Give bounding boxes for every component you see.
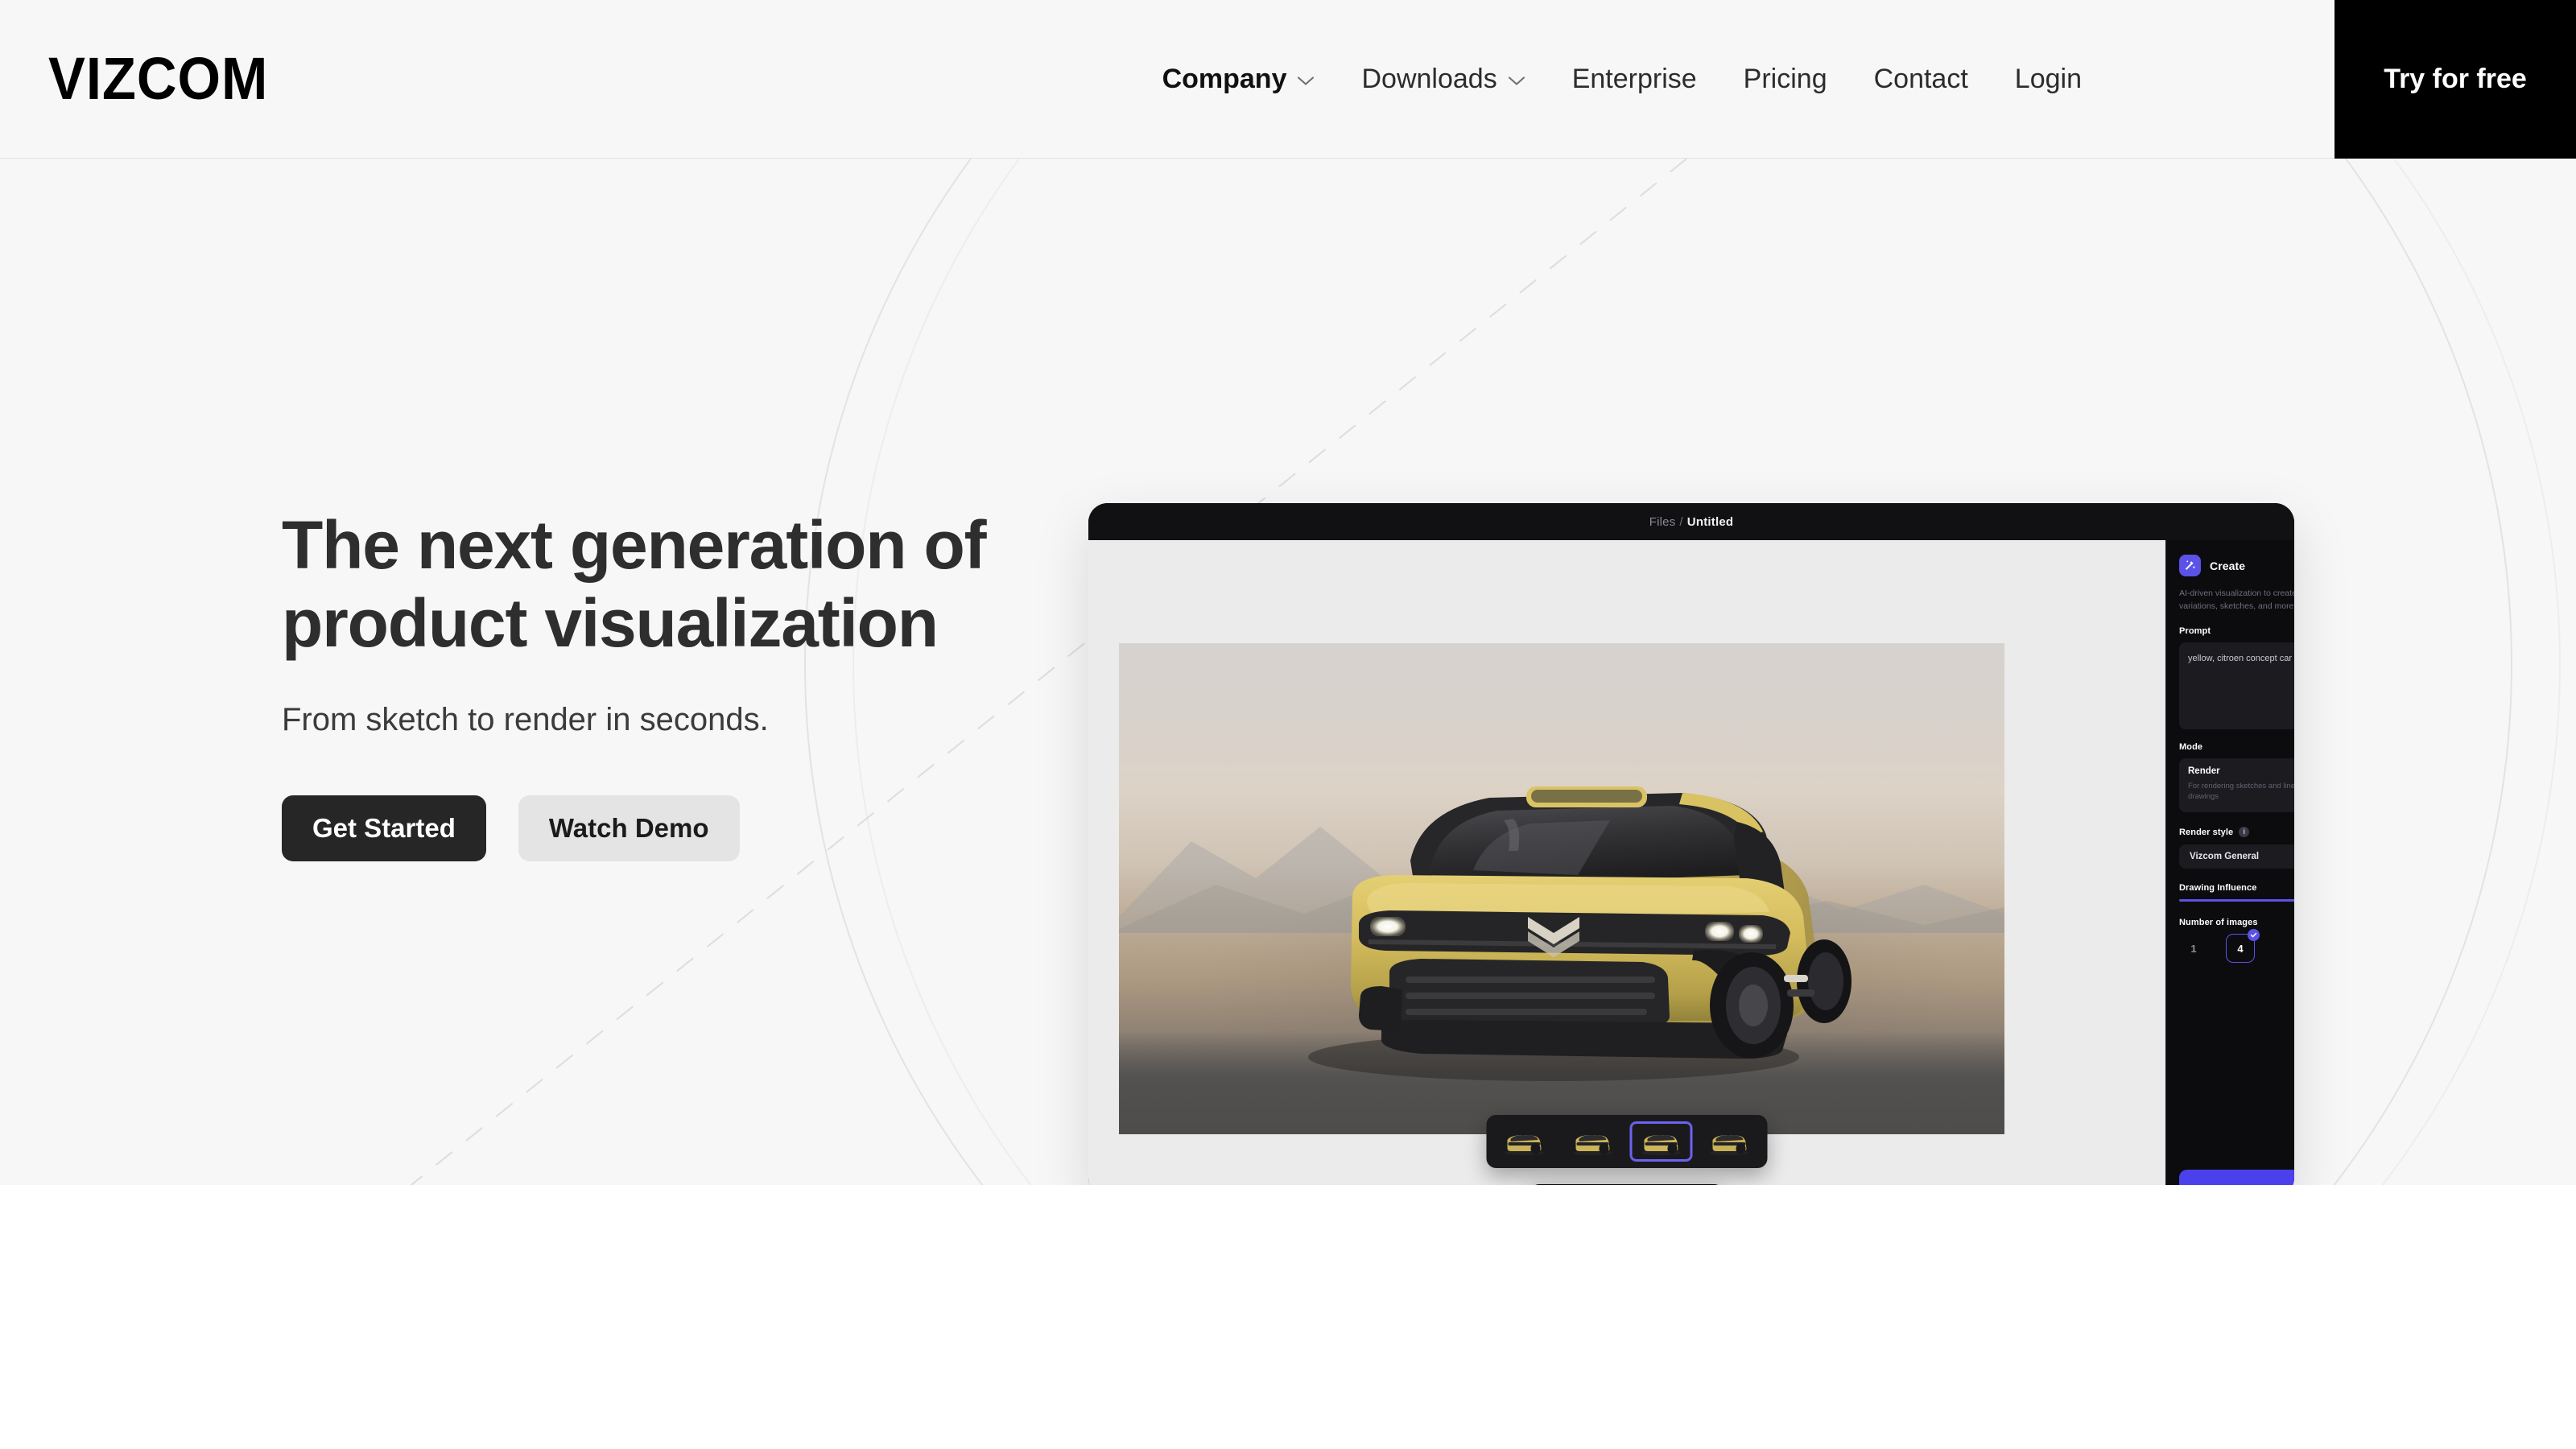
render-image [1119, 643, 2004, 1134]
hero-subheadline: From sketch to render in seconds. [282, 701, 769, 737]
generate-button[interactable] [2179, 1170, 2294, 1185]
breadcrumb: Files / Untitled [1649, 515, 1733, 529]
check-icon [2248, 929, 2260, 942]
mode-option-name: Render [2188, 766, 2220, 776]
watch-demo-button[interactable]: Watch Demo [518, 795, 740, 861]
number-of-images-label: Number of images [2179, 918, 2258, 928]
render-style-select[interactable]: Vizcom General [2179, 844, 2294, 869]
render-style-value: Vizcom General [2190, 852, 2260, 862]
mode-option-render[interactable]: Render For rendering sketches and line d… [2179, 758, 2294, 813]
drawing-influence-slider[interactable] [2179, 899, 2294, 902]
number-option-1[interactable]: 1 [2179, 934, 2208, 963]
try-for-free-button[interactable]: Try for free [2334, 0, 2576, 159]
app-body: Cancel Confirm [1088, 540, 2294, 1185]
thumbnail-1[interactable] [1494, 1122, 1555, 1161]
prompt-value: yellow, citroen concept car [2188, 653, 2293, 663]
below-fold-section [0, 1185, 2576, 1449]
number-option-4[interactable]: 4 [2226, 929, 2260, 964]
nav-item-downloads[interactable]: Downloads [1338, 65, 1548, 93]
variation-thumbnails [1486, 1115, 1768, 1168]
create-panel: Create AI-driven visualization to create… [2165, 540, 2294, 1185]
magic-wand-icon [2179, 555, 2201, 576]
create-panel-title: Create [2210, 559, 2246, 572]
nav-item-enterprise-label: Enterprise [1571, 64, 1697, 94]
app-canvas[interactable]: Cancel Confirm [1088, 540, 2165, 1185]
page-title: The next generation of product visualiza… [282, 506, 1135, 663]
chevron-down-icon [1297, 76, 1315, 86]
render-style-label: Render style [2179, 827, 2234, 837]
nav-item-login[interactable]: Login [1992, 65, 2105, 93]
prompt-label: Prompt [2179, 625, 2211, 636]
concept-car-illustration [1232, 709, 1892, 1088]
create-panel-description: AI-driven visualization to create variat… [2179, 588, 2294, 611]
hero-section: The next generation of product visualiza… [0, 159, 2576, 1185]
number-of-images-options: 1 4 [2179, 929, 2294, 964]
thumbnail-3[interactable] [1630, 1122, 1692, 1161]
nav-item-company[interactable]: Company [1139, 65, 1339, 93]
nav-item-downloads-label: Downloads [1361, 64, 1497, 94]
headline-line-2: product visualization [282, 585, 939, 662]
nav-item-contact[interactable]: Contact [1851, 65, 1992, 93]
breadcrumb-current: Untitled [1686, 514, 1734, 529]
number-option-4-label: 4 [2237, 942, 2244, 955]
headline-line-1: The next generation of [282, 507, 987, 583]
drawing-influence-label: Drawing Influence [2179, 883, 2257, 894]
mode-label: Mode [2179, 741, 2203, 752]
landing-page: VIZCOM Company Downloads Enterprise Pric… [0, 0, 2576, 1449]
render-style-label-row: Render style i [2179, 827, 2294, 838]
chevron-down-icon [1508, 76, 1525, 86]
mode-card-top: Render [2188, 766, 2294, 777]
breadcrumb-parent[interactable]: Files [1649, 515, 1676, 529]
mode-option-description: For rendering sketches and line drawings [2188, 781, 2294, 802]
thumbnail-2[interactable] [1563, 1122, 1624, 1161]
info-icon[interactable]: i [2239, 827, 2250, 838]
breadcrumb-separator: / [1679, 514, 1683, 529]
nav-item-contact-label: Contact [1873, 64, 1968, 94]
top-navigation-bar: VIZCOM Company Downloads Enterprise Pric… [0, 0, 2576, 159]
nav-links: Company Downloads Enterprise Pricing Con… [1139, 65, 2105, 93]
hero-copy: The next generation of product visualiza… [282, 506, 1135, 861]
thumbnail-4[interactable] [1699, 1122, 1761, 1161]
create-panel-header: Create [2179, 555, 2294, 576]
hero-cta-row: Get Started Watch Demo [282, 795, 1135, 861]
get-started-button[interactable]: Get Started [282, 795, 486, 861]
app-titlebar: Files / Untitled [1088, 503, 2294, 540]
nav-item-pricing[interactable]: Pricing [1720, 65, 1851, 93]
nav-item-company-label: Company [1162, 64, 1287, 94]
app-mockup-window: Files / Untitled Create AI-driven visual… [1088, 503, 2294, 1185]
prompt-input[interactable]: yellow, citroen concept car [2179, 642, 2294, 729]
canvas-bottom-toolbar: Cancel Confirm [1530, 1184, 1724, 1185]
nav-item-enterprise[interactable]: Enterprise [1549, 65, 1720, 93]
slider-track [2179, 899, 2294, 902]
nav-item-login-label: Login [2014, 64, 2082, 94]
nav-item-pricing-label: Pricing [1743, 64, 1827, 94]
vizcom-logo[interactable]: VIZCOM [48, 49, 268, 109]
